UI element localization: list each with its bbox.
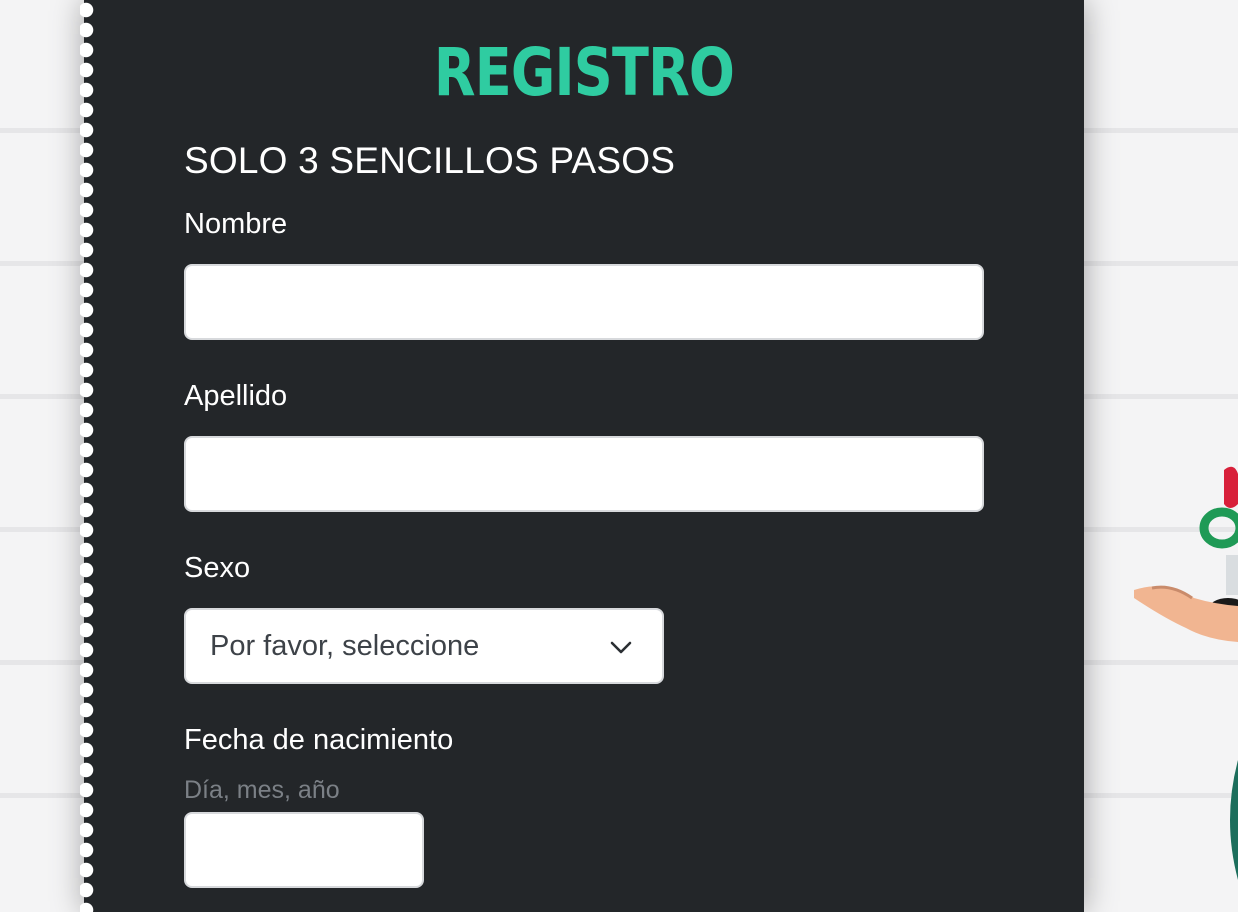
birthdate-hint: Día, mes, año — [184, 776, 340, 804]
last-name-label: Apellido — [184, 380, 288, 412]
casino-chips-mascot-image — [1134, 466, 1238, 642]
chevron-down-icon — [610, 641, 632, 654]
first-name-label: Nombre — [184, 208, 288, 240]
form-subtitle: SOLO 3 SENCILLOS PASOS — [184, 140, 676, 181]
last-name-input[interactable] — [184, 436, 984, 512]
decorative-shape — [1230, 760, 1238, 880]
birthdate-input[interactable] — [184, 812, 424, 888]
perforated-edge — [80, 0, 98, 912]
sex-select[interactable]: Por favor, seleccione — [184, 608, 664, 684]
birthdate-label: Fecha de nacimiento — [184, 724, 454, 756]
sex-select-value: Por favor, seleccione — [210, 629, 480, 662]
first-name-input[interactable] — [184, 264, 984, 340]
sex-label: Sexo — [184, 552, 251, 584]
form-title: REGISTRO — [433, 34, 735, 111]
